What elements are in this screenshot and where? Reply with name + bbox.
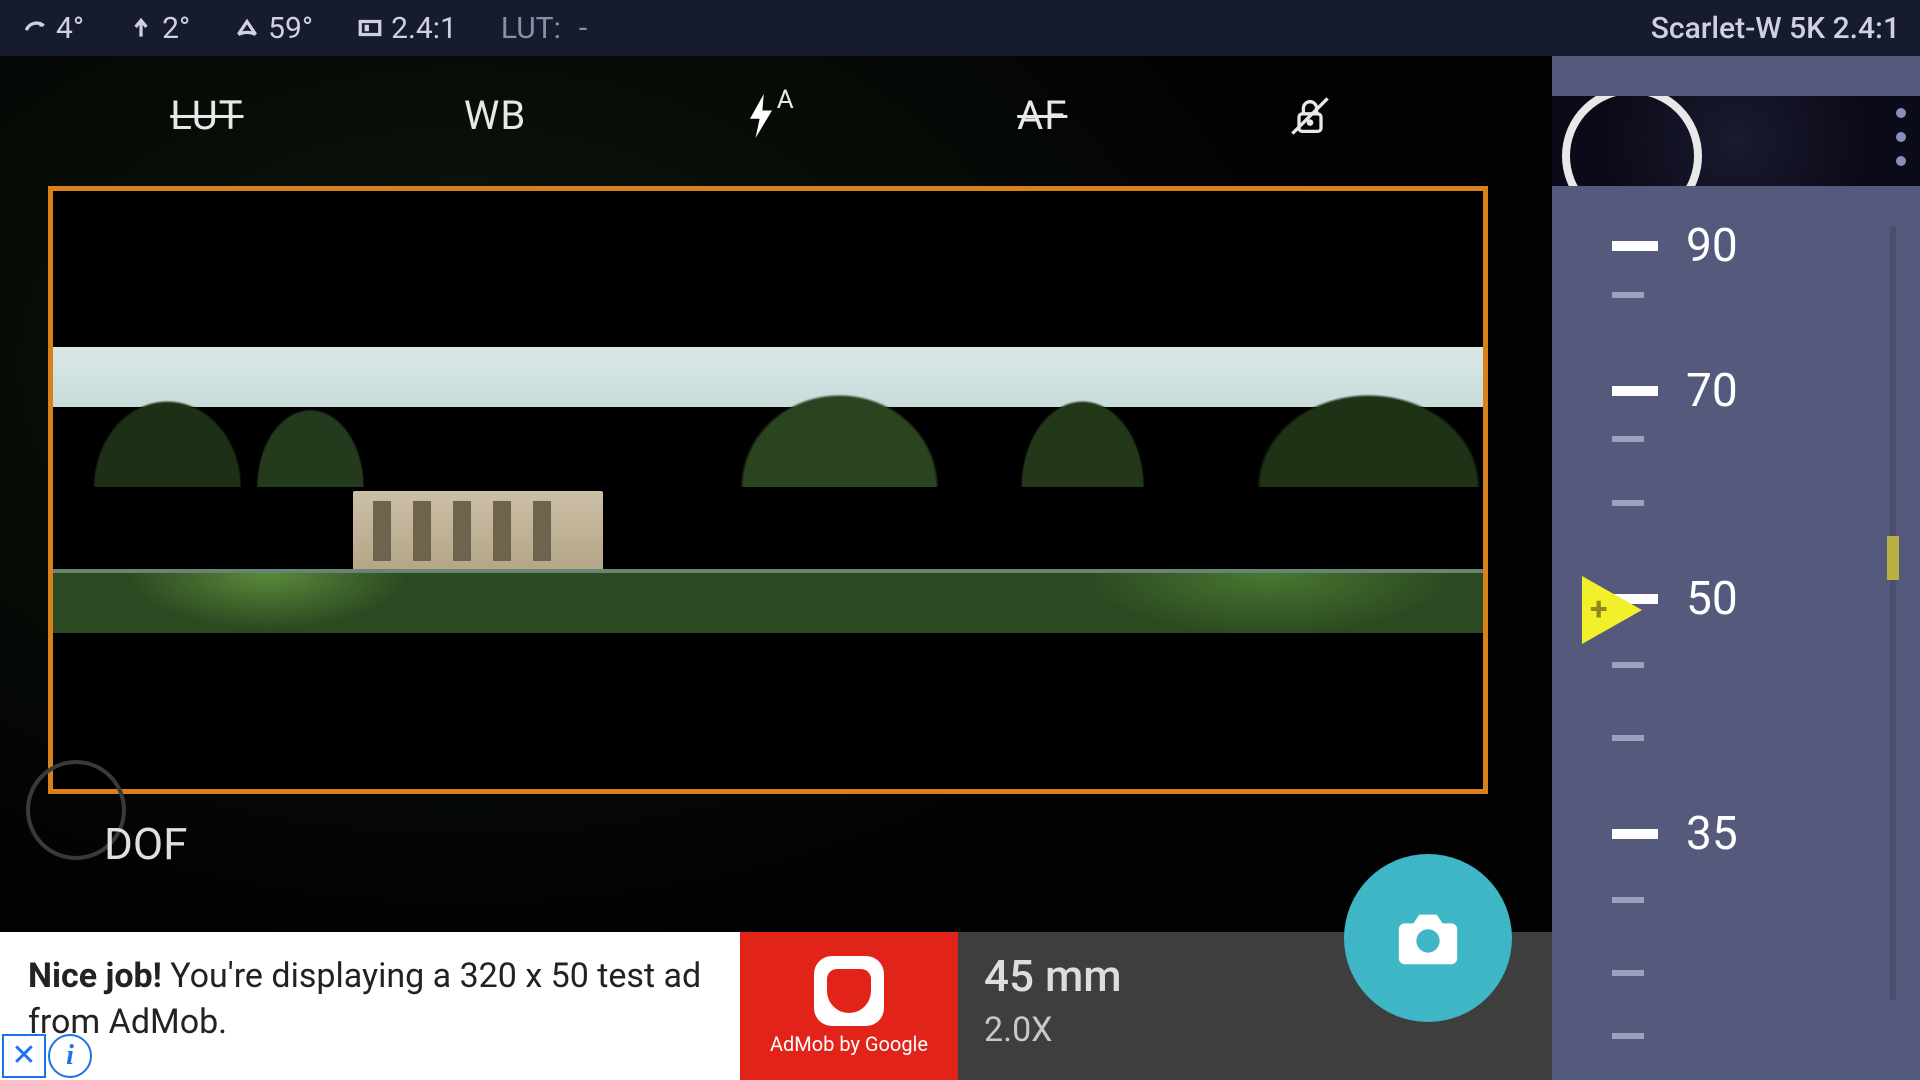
admob-icon <box>814 956 884 1026</box>
tick-bar <box>1612 735 1644 741</box>
aspect-icon <box>357 15 383 41</box>
ruler-tick-label: 35 <box>1686 807 1738 861</box>
ruler-tick-minor <box>1612 292 1644 298</box>
flash-mode-label: A <box>777 85 795 115</box>
tick-bar <box>1612 897 1644 903</box>
lut-value: - <box>579 11 587 46</box>
ruler-tick-major: 90 <box>1612 219 1738 273</box>
ruler-tick-label: 90 <box>1686 219 1738 273</box>
ruler-tick-major: 35 <box>1612 807 1738 861</box>
status-bar: 4° 2° 59° 2.4:1 LUT: - Scarlet-W 5K 2.4:… <box>0 0 1920 56</box>
ruler-tick-label: 50 <box>1686 572 1738 626</box>
roll-icon <box>22 15 48 41</box>
ruler-scrollbar-thumb[interactable] <box>1887 536 1899 580</box>
letterbox-top <box>53 191 1483 347</box>
lut-indicator: LUT: - <box>479 11 609 46</box>
tick-bar <box>1612 970 1644 976</box>
tick-bar <box>1612 829 1658 839</box>
aspect-indicator: 2.4:1 <box>335 11 479 46</box>
lut-toggle-button[interactable]: LUT <box>170 92 243 139</box>
admob-badge[interactable]: AdMob by Google <box>740 932 958 1080</box>
camera-profile: Scarlet-W 5K 2.4:1 <box>1651 0 1900 56</box>
ruler-ticks[interactable]: 90 70 50 35 <box>1612 156 1832 1060</box>
capture-button[interactable] <box>1344 854 1512 1022</box>
letterbox-bottom <box>53 633 1483 789</box>
ruler-current-marker-icon <box>1582 576 1642 644</box>
main-area: LUT WB A AF <box>0 56 1920 1080</box>
aspect-value: 2.4:1 <box>391 11 457 46</box>
ad-info-button[interactable]: i <box>48 1034 92 1078</box>
viewfinder-area: LUT WB A AF <box>0 56 1552 1080</box>
tick-bar <box>1612 662 1644 668</box>
flash-mode-button[interactable]: A <box>747 94 797 138</box>
tick-bar <box>1612 436 1644 442</box>
auto-exposure-lock-button[interactable] <box>1288 94 1332 138</box>
camera-icon <box>1393 903 1463 973</box>
lut-label: LUT: <box>501 11 561 46</box>
fov-icon <box>234 15 260 41</box>
scene-treeline <box>53 347 1483 487</box>
ruler-tick-label: 70 <box>1686 364 1738 418</box>
admob-text: AdMob by Google <box>770 1032 928 1056</box>
ad-banner[interactable]: Nice job! You're displaying a 320 x 50 t… <box>0 932 740 1080</box>
viewfinder-frame[interactable] <box>48 186 1488 794</box>
ruler-tick-major: 70 <box>1612 364 1738 418</box>
flash-icon <box>747 94 775 138</box>
lock-brightness-icon <box>1288 94 1332 138</box>
roll-value: 4° <box>56 11 84 46</box>
scene-building <box>353 491 603 571</box>
focal-ruler[interactable]: 90 70 50 35 <box>1552 56 1920 1080</box>
dof-label: DOF <box>104 818 187 870</box>
tilt-value: 2° <box>162 11 190 46</box>
ruler-tick-minor <box>1612 735 1644 741</box>
tick-bar <box>1612 292 1644 298</box>
autofocus-toggle-button[interactable]: AF <box>1017 92 1067 139</box>
tilt-indicator: 2° <box>106 11 212 46</box>
ruler-tick-minor <box>1612 970 1644 976</box>
ruler-tick-minor <box>1612 436 1644 442</box>
ruler-tick-minor <box>1612 1033 1644 1039</box>
tick-bar <box>1612 241 1658 251</box>
viewfinder-toolbar: LUT WB A AF <box>60 92 1442 139</box>
more-menu-icon[interactable] <box>1896 108 1906 166</box>
tick-bar <box>1612 386 1658 396</box>
tick-bar <box>1612 500 1644 506</box>
fov-value: 59° <box>268 11 313 46</box>
ruler-tick-minor <box>1612 500 1644 506</box>
ruler-tick-minor <box>1612 662 1644 668</box>
fov-indicator: 59° <box>212 11 335 46</box>
ruler-tick-minor <box>1612 897 1644 903</box>
tick-bar <box>1612 1033 1644 1039</box>
tilt-icon <box>128 15 154 41</box>
ruler-scrollbar[interactable] <box>1890 226 1896 1000</box>
ad-close-button[interactable]: ✕ <box>2 1034 46 1078</box>
roll-indicator: 4° <box>0 11 106 46</box>
focal-ruler-panel: 90 70 50 35 <box>1552 56 1920 1080</box>
scene-foreground <box>53 573 1483 633</box>
bottom-bar: Nice job! You're displaying a 320 x 50 t… <box>0 932 1552 1080</box>
white-balance-button[interactable]: WB <box>464 92 526 139</box>
ad-text-bold: Nice job! <box>28 956 162 996</box>
